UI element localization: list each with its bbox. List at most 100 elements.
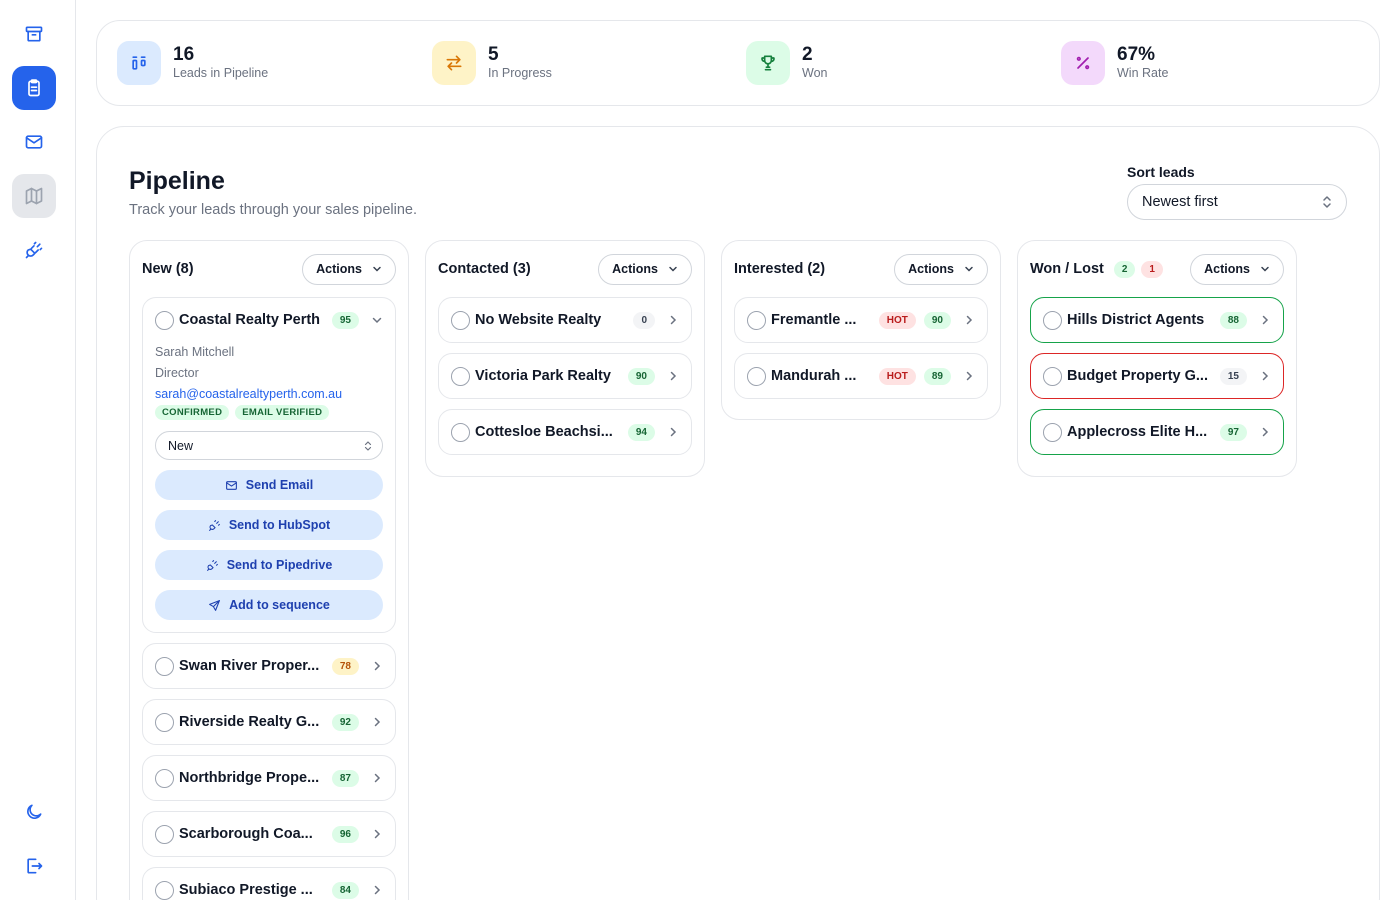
stat-label: Won xyxy=(802,66,828,80)
mail-icon[interactable] xyxy=(12,120,56,164)
send-to-pipedrive-button[interactable]: Send to Pipedrive xyxy=(155,550,383,580)
lead-card[interactable]: Scarborough Coa... 96 xyxy=(142,811,396,857)
chevron-right-icon[interactable] xyxy=(371,884,383,896)
lead-name: Victoria Park Realty xyxy=(475,368,611,384)
column-new: New (8) Actions Coastal Realty Perth 95 … xyxy=(129,240,409,900)
chevron-right-icon[interactable] xyxy=(963,314,975,326)
chevron-right-icon[interactable] xyxy=(667,314,679,326)
lost-count-badge: 1 xyxy=(1141,260,1163,278)
chevron-down-icon xyxy=(965,266,973,272)
chevron-right-icon[interactable] xyxy=(371,828,383,840)
archive-icon[interactable] xyxy=(12,12,56,56)
lead-select-radio[interactable] xyxy=(451,310,470,330)
chevron-right-icon[interactable] xyxy=(1259,370,1271,382)
actions-label: Actions xyxy=(1204,262,1250,276)
lead-select-radio[interactable] xyxy=(155,768,174,788)
chevron-right-icon[interactable] xyxy=(667,426,679,438)
lead-select-radio[interactable] xyxy=(451,366,470,386)
chevron-down-icon[interactable] xyxy=(371,314,383,326)
lead-card[interactable]: No Website Realty 0 xyxy=(438,297,692,343)
lead-select-radio[interactable] xyxy=(451,422,470,442)
score-badge: 15 xyxy=(1219,367,1247,385)
lead-card[interactable]: Swan River Proper... 78 xyxy=(142,643,396,689)
send-to-hubspot-button[interactable]: Send to HubSpot xyxy=(155,510,383,540)
lead-email-link[interactable]: sarah@coastalrealtyperth.com.au xyxy=(155,384,383,404)
page-subtitle: Track your leads through your sales pipe… xyxy=(129,202,418,218)
chevron-updown-icon xyxy=(364,440,372,451)
lead-card[interactable]: Northbridge Prope... 87 xyxy=(142,755,396,801)
chevron-right-icon[interactable] xyxy=(371,716,383,728)
lead-card-won[interactable]: Hills District Agents 88 xyxy=(1030,297,1284,343)
lead-select-radio[interactable] xyxy=(747,310,766,330)
chevron-right-icon[interactable] xyxy=(1259,314,1271,326)
trophy-icon xyxy=(746,41,790,85)
column-actions-button[interactable]: Actions xyxy=(302,253,396,285)
map-icon[interactable] xyxy=(12,174,56,218)
lead-select-radio[interactable] xyxy=(155,824,174,844)
hot-badge: HOT xyxy=(878,367,916,385)
lead-card[interactable]: Mandurah ... HOT 89 xyxy=(734,353,988,399)
percent-icon xyxy=(1061,41,1105,85)
lead-select-radio[interactable] xyxy=(1043,310,1062,330)
lead-card-lost[interactable]: Budget Property G... 15 xyxy=(1030,353,1284,399)
column-actions-button[interactable]: Actions xyxy=(598,253,692,285)
lead-card[interactable]: Victoria Park Realty 90 xyxy=(438,353,692,399)
lead-select-radio[interactable] xyxy=(155,880,174,900)
lead-card-won[interactable]: Applecross Elite H... 97 xyxy=(1030,409,1284,455)
plug-icon[interactable] xyxy=(12,228,56,272)
status-value: New xyxy=(168,438,194,453)
logout-icon[interactable] xyxy=(12,844,56,888)
column-title: Interested (2) xyxy=(734,261,826,277)
confirmed-tag: CONFIRMED xyxy=(155,405,230,420)
chevron-right-icon[interactable] xyxy=(371,660,383,672)
lead-select-radio[interactable] xyxy=(155,310,174,330)
lead-card[interactable]: Cottesloe Beachsi... 94 xyxy=(438,409,692,455)
lead-select-radio[interactable] xyxy=(155,712,174,732)
add-to-sequence-button[interactable]: Add to sequence xyxy=(155,590,383,620)
button-label: Send Email xyxy=(245,478,314,492)
chevron-updown-icon xyxy=(1322,195,1332,209)
button-label: Send to Pipedrive xyxy=(226,558,333,572)
sort-value: Newest first xyxy=(1142,194,1218,210)
page-title: Pipeline xyxy=(129,167,225,195)
button-label: Add to sequence xyxy=(229,598,330,612)
chevron-down-icon xyxy=(669,266,677,272)
column-title-group: Won / Lost 2 1 xyxy=(1030,260,1163,278)
lead-card[interactable]: Subiaco Prestige ... 84 xyxy=(142,867,396,900)
chevron-right-icon[interactable] xyxy=(963,370,975,382)
sort-select[interactable]: Newest first xyxy=(1127,184,1347,220)
lead-name: Cottesloe Beachsi... xyxy=(475,424,613,440)
lead-card-expanded[interactable]: Coastal Realty Perth 95 Sarah Mitchell D… xyxy=(142,297,396,633)
stats-bar: 16 Leads in Pipeline 5 In Progress 2 Won… xyxy=(96,20,1380,106)
chevron-right-icon[interactable] xyxy=(1259,426,1271,438)
sort-label: Sort leads xyxy=(1127,164,1195,180)
score-badge: 92 xyxy=(331,713,359,731)
column-actions-button[interactable]: Actions xyxy=(1190,253,1284,285)
stat-won: 2 Won xyxy=(746,41,827,85)
lead-name: Northbridge Prope... xyxy=(179,770,320,786)
lead-card[interactable]: Fremantle ... HOT 90 xyxy=(734,297,988,343)
score-badge: 94 xyxy=(627,423,655,441)
column-actions-button[interactable]: Actions xyxy=(894,253,988,285)
lead-select-radio[interactable] xyxy=(747,366,766,386)
lead-name: Subiaco Prestige ... xyxy=(179,882,313,898)
lead-card[interactable]: Riverside Realty G... 92 xyxy=(142,699,396,745)
score-badge: 95 xyxy=(331,311,359,329)
column-title: Won / Lost xyxy=(1030,261,1104,277)
chevron-right-icon[interactable] xyxy=(371,772,383,784)
lead-select-radio[interactable] xyxy=(155,656,174,676)
send-email-button[interactable]: Send Email xyxy=(155,470,383,500)
lead-select-radio[interactable] xyxy=(1043,366,1062,386)
column-title: New (8) xyxy=(142,261,194,277)
moon-icon[interactable] xyxy=(12,790,56,834)
lead-name: Budget Property G... xyxy=(1067,368,1208,384)
lead-status-select[interactable]: New xyxy=(155,431,383,460)
email-verified-tag: EMAIL VERIFIED xyxy=(235,405,330,420)
clipboard-icon[interactable] xyxy=(12,66,56,110)
lead-name: Fremantle ... xyxy=(771,312,857,328)
chevron-right-icon[interactable] xyxy=(667,370,679,382)
lead-select-radio[interactable] xyxy=(1043,422,1062,442)
chevron-down-icon xyxy=(373,266,381,272)
lead-name: Mandurah ... xyxy=(771,368,857,384)
stat-win-rate: 67% Win Rate xyxy=(1061,41,1168,85)
